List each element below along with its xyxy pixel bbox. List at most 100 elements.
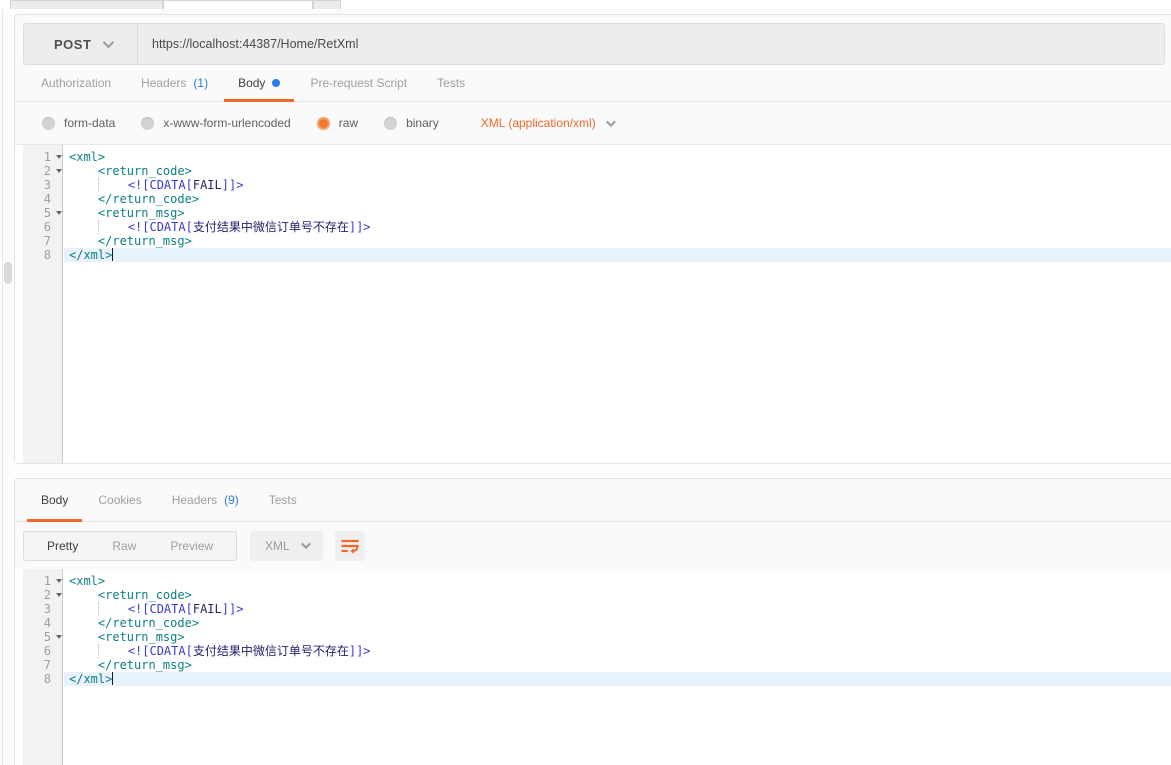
code-line: 4 </return_code> (23, 616, 1171, 630)
line-number: 7 (23, 658, 64, 672)
line-number: 7 (23, 234, 64, 248)
code-line: 1<xml> (23, 574, 1171, 588)
tab-pre-request-script[interactable]: Pre-request Script (310, 65, 407, 101)
code-text: </return_code> (64, 616, 1171, 630)
text-cursor (112, 672, 113, 685)
response-panel: Body Cookies Headers (9) Tests Pretty Ra… (14, 478, 1171, 765)
radio-selected-icon (317, 117, 330, 130)
code-text: </return_code> (64, 192, 1171, 206)
response-language-dropdown[interactable]: XML (250, 531, 323, 561)
code-line: 8</xml> (23, 248, 1171, 262)
tab-response-tests[interactable]: Tests (269, 479, 297, 521)
wrap-text-icon (340, 536, 360, 556)
code-text: <xml> (64, 574, 1171, 588)
fold-arrow-icon[interactable] (56, 635, 62, 639)
view-mode-group: Pretty Raw Preview (23, 531, 237, 561)
tab-response-headers[interactable]: Headers (9) (172, 479, 239, 521)
response-toolbar: Pretty Raw Preview XML (15, 522, 1171, 569)
line-number: 2 (23, 588, 64, 602)
code-line: 2 <return_code> (23, 164, 1171, 178)
code-text: <return_msg> (64, 630, 1171, 644)
chevron-down-icon (606, 117, 616, 127)
line-number: 8 (23, 672, 64, 686)
code-text: </return_msg> (64, 234, 1171, 248)
code-line: 4 </return_code> (23, 192, 1171, 206)
line-number: 5 (23, 630, 64, 644)
code-text: <return_code> (64, 164, 1171, 178)
code-text: <![CDATA[FAIL]]> (64, 178, 1171, 192)
view-pretty-button[interactable]: Pretty (30, 539, 95, 553)
method-dropdown[interactable]: POST (24, 24, 138, 64)
fold-arrow-icon[interactable] (56, 169, 62, 173)
line-number: 1 (23, 150, 64, 164)
radio-icon (141, 117, 154, 130)
code-text: <![CDATA[支付结果中微信订单号不存在]]> (64, 644, 1171, 658)
code-line: 7 </return_msg> (23, 658, 1171, 672)
view-raw-button[interactable]: Raw (95, 539, 153, 553)
text-cursor (112, 248, 113, 261)
response-headers-count: (9) (224, 493, 239, 507)
tab-authorization[interactable]: Authorization (41, 65, 111, 101)
request-tab-active[interactable] (163, 0, 313, 9)
code-line: 3 <![CDATA[FAIL]]> (23, 602, 1171, 616)
response-body-editor[interactable]: 1<xml>2 <return_code>3 <![CDATA[FAIL]]>4… (15, 569, 1171, 765)
wrap-lines-button[interactable] (335, 531, 365, 561)
tab-headers[interactable]: Headers (1) (141, 65, 208, 101)
code-text: <return_code> (64, 588, 1171, 602)
fold-arrow-icon[interactable] (56, 579, 62, 583)
method-label: POST (54, 37, 91, 52)
line-number: 1 (23, 574, 64, 588)
window-tab-bar (0, 0, 1171, 9)
fold-arrow-icon[interactable] (56, 211, 62, 215)
line-number: 8 (23, 248, 64, 262)
url-input[interactable]: https://localhost:44387/Home/RetXml (138, 24, 1164, 64)
code-line: 1<xml> (23, 150, 1171, 164)
tab-cookies[interactable]: Cookies (98, 479, 141, 521)
url-bar: POST https://localhost:44387/Home/RetXml (23, 23, 1165, 65)
radio-binary[interactable]: binary (384, 116, 439, 130)
request-tab-inactive[interactable] (10, 0, 163, 9)
fold-arrow-icon[interactable] (56, 155, 62, 159)
content-type-dropdown[interactable]: XML (application/xml) (481, 116, 613, 130)
code-line: 3 <![CDATA[FAIL]]> (23, 178, 1171, 192)
left-edge-divider (2, 9, 3, 765)
code-line: 6 <![CDATA[支付结果中微信订单号不存在]]> (23, 644, 1171, 658)
code-text: <xml> (64, 150, 1171, 164)
code-line: 2 <return_code> (23, 588, 1171, 602)
left-edge-strip (0, 9, 14, 765)
radio-x-www-form-urlencoded[interactable]: x-www-form-urlencoded (141, 116, 290, 130)
tab-tests[interactable]: Tests (437, 65, 465, 101)
code-text: </xml> (64, 672, 1171, 686)
code-line: 6 <![CDATA[支付结果中微信订单号不存在]]> (23, 220, 1171, 234)
tab-response-body[interactable]: Body (27, 479, 82, 521)
code-line: 5 <return_msg> (23, 630, 1171, 644)
postman-window: POST https://localhost:44387/Home/RetXml… (0, 0, 1171, 765)
code-line: 7 </return_msg> (23, 234, 1171, 248)
line-number: 5 (23, 206, 64, 220)
left-scrollbar-thumb[interactable] (4, 262, 12, 284)
code-line: 5 <return_msg> (23, 206, 1171, 220)
chevron-down-icon (103, 37, 114, 48)
line-number: 4 (23, 616, 64, 630)
request-tabs: Authorization Headers (1) Body Pre-reque… (15, 65, 1171, 102)
response-tabs: Body Cookies Headers (9) Tests (15, 479, 1171, 522)
chevron-down-icon (301, 539, 311, 549)
code-text: </xml> (64, 248, 1171, 262)
line-number: 4 (23, 192, 64, 206)
request-body-editor[interactable]: 1<xml>2 <return_code>3 <![CDATA[FAIL]]>4… (15, 145, 1171, 463)
body-modified-dot-icon (272, 79, 280, 87)
tab-body[interactable]: Body (224, 65, 294, 101)
radio-form-data[interactable]: form-data (42, 116, 115, 130)
code-text: <![CDATA[FAIL]]> (64, 602, 1171, 616)
headers-count: (1) (193, 76, 208, 90)
fold-arrow-icon[interactable] (56, 593, 62, 597)
line-number: 2 (23, 164, 64, 178)
radio-icon (42, 117, 55, 130)
request-panel: POST https://localhost:44387/Home/RetXml… (14, 14, 1171, 464)
new-tab-button[interactable] (313, 0, 341, 9)
line-number: 6 (23, 644, 64, 658)
radio-raw[interactable]: raw (317, 116, 358, 130)
code-line: 8</xml> (23, 672, 1171, 686)
view-preview-button[interactable]: Preview (153, 539, 230, 553)
code-text: </return_msg> (64, 658, 1171, 672)
